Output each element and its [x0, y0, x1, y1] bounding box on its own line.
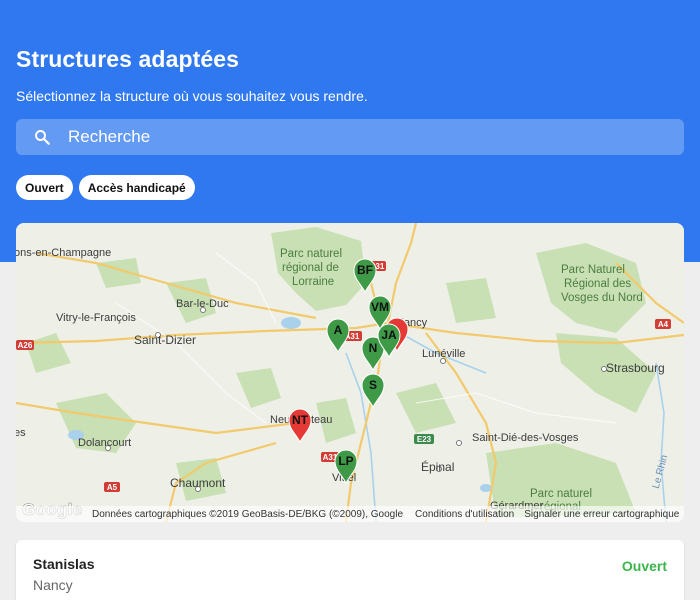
map-label: Vitry-le-François — [56, 312, 136, 324]
map-label: Bar-le-Duc — [176, 298, 229, 310]
result-status: Ouvert — [621, 558, 667, 574]
map-label: Vosges du Nord — [561, 292, 643, 304]
map-label: Épinal — [421, 459, 454, 474]
map-attribution: Données cartographiques ©2019 GeoBasis-D… — [16, 506, 684, 522]
map-label: régional de — [282, 262, 339, 274]
map-marker-label: LP — [338, 454, 353, 468]
map-label: Parc Naturel — [561, 264, 625, 276]
filter-chips: Ouvert Accès handicapé — [16, 175, 195, 200]
map-marker-label: BF — [357, 263, 373, 277]
map-terms-link[interactable]: Conditions d'utilisation — [415, 509, 514, 520]
map-data-credit: Données cartographiques ©2019 GeoBasis-D… — [92, 508, 404, 520]
road-shield-label: A5 — [107, 483, 118, 492]
map-canvas: A31 A26 A4 A31 E23 A31 A5 ons-en-Champag… — [16, 223, 684, 522]
filter-chip-open[interactable]: Ouvert — [16, 175, 73, 200]
map-marker-label: S — [369, 378, 377, 392]
road-shield-label: A26 — [18, 341, 33, 350]
result-card[interactable]: Stanislas Nancy Ouvert — [16, 540, 684, 600]
map-label: Dolancourt — [78, 437, 131, 449]
map-label: Parc naturel — [280, 248, 342, 260]
map-marker-label: N — [369, 341, 378, 355]
map-view[interactable]: A31 A26 A4 A31 E23 A31 A5 ons-en-Champag… — [16, 223, 684, 522]
result-name: Stanislas — [33, 556, 95, 572]
map-label: Lunéville — [422, 348, 465, 360]
map-label: Saint-Dié-des-Vosges — [472, 432, 579, 444]
map-label: es — [16, 427, 26, 439]
page-subtitle: Sélectionnez la structure où vous souhai… — [16, 88, 368, 104]
search-input[interactable] — [68, 119, 684, 155]
road-shield-label: E23 — [417, 435, 432, 444]
search-icon — [16, 128, 68, 146]
map-marker-label: VM — [371, 300, 389, 314]
map-label: Régional des — [564, 278, 631, 290]
map-marker-label: JA — [381, 328, 397, 342]
map-report-link[interactable]: Signaler une erreur cartographique — [524, 509, 679, 520]
page-title: Structures adaptées — [16, 46, 240, 72]
map-label: Saint-Dizier — [134, 333, 196, 347]
map-label: ons-en-Champagne — [16, 247, 111, 259]
map-marker-label: A — [334, 323, 343, 337]
map-label: Lorraine — [292, 276, 334, 288]
search-bar[interactable] — [16, 119, 684, 155]
map-marker-label: NT — [292, 413, 309, 427]
map-label: Parc naturel — [530, 488, 592, 500]
road-shield-label: A4 — [658, 320, 669, 329]
map-label: Chaumont — [170, 476, 226, 490]
result-city: Nancy — [33, 577, 73, 593]
map-label: Strasbourg — [606, 361, 665, 375]
filter-chip-accessible[interactable]: Accès handicapé — [78, 175, 195, 200]
